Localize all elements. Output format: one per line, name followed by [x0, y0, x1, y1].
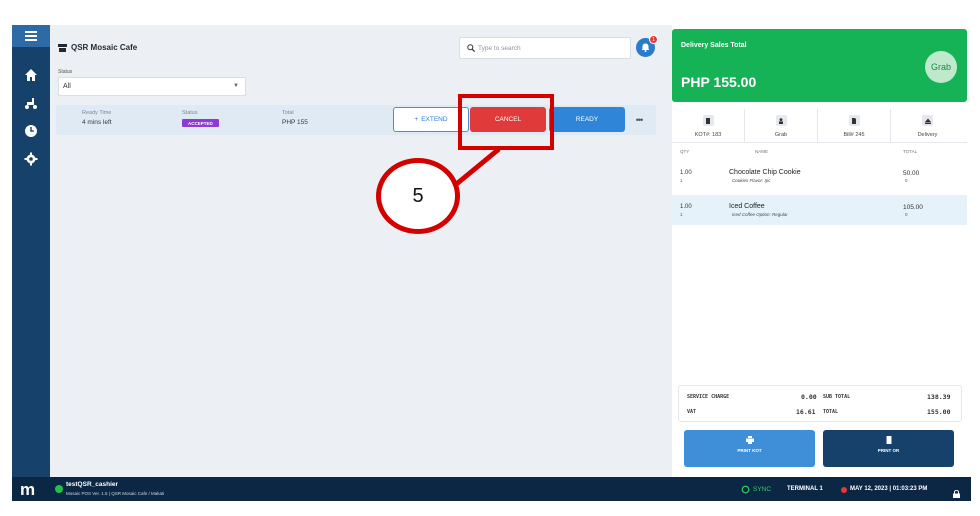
order-info-tabs: KOT#: 183 Grab Bill# 245 Delivery [672, 109, 967, 143]
vat-value: 16.61 [796, 408, 816, 416]
vat-label: VAT [687, 409, 697, 415]
qty-header: QTY [680, 149, 690, 154]
delivery-sales-card: Delivery Sales Total PHP 155.00 Grab [672, 29, 967, 102]
item-qty: 1.00 [680, 204, 692, 210]
tab-customer[interactable]: Grab [745, 109, 818, 143]
print-or-button[interactable]: PRINT OR [823, 430, 954, 467]
print-or-label: PRINT OR [877, 448, 900, 453]
printer-icon [745, 436, 754, 444]
print-kot-button[interactable]: PRINT KOT [684, 430, 815, 467]
receipt-print-icon [886, 436, 891, 444]
person-icon [775, 115, 787, 126]
delivery-sales-title: Delivery Sales Total [681, 42, 747, 49]
tab-bill[interactable]: Bill# 245 [818, 109, 891, 143]
item-name: Iced Coffee [729, 203, 765, 210]
status-bar: m testQSR_cashier Mosaic POS Ver. 1.5 | … [12, 477, 971, 501]
version-info: Mosaic POS Ver. 1.5 | QSR Mosaic Cafe / … [66, 491, 165, 496]
sync-button[interactable]: SYNC [741, 485, 771, 494]
bill-icon [848, 115, 860, 126]
table-row[interactable]: 1.00 1 Iced Coffee Iced Coffee Option: R… [672, 195, 967, 225]
online-status-dot [55, 485, 63, 493]
item-modifier: Iced Coffee Option: Regular [732, 212, 788, 217]
datetime-display: MAY 12, 2023 | 01:03:23 PM [850, 486, 928, 492]
order-detail-panel: Delivery Sales Total PHP 155.00 Grab KOT… [672, 25, 971, 477]
item-total-sub: 0 [905, 212, 908, 217]
item-qty: 1.00 [680, 170, 692, 176]
table-row[interactable]: 1.00 1 Chocolate Chip Cookie Cookies Fla… [672, 161, 967, 191]
totals-box: SERVICE CHARGE 0.00 SUB TOTAL 138.39 VAT… [678, 385, 962, 422]
mosaic-logo: m [20, 480, 36, 499]
item-qty-sub: 1 [680, 178, 683, 183]
terminal-label: TERMINAL 1 [787, 486, 823, 492]
total-header: TOTAL [903, 149, 918, 154]
item-modifier: Cookies Flavor: Ipc [732, 178, 771, 183]
delivery-icon [922, 115, 933, 126]
item-total: 105.00 [903, 204, 923, 211]
step-callout: 5 [376, 158, 460, 234]
print-kot-label: PRINT KOT [737, 448, 762, 453]
lock-icon[interactable] [953, 485, 960, 501]
delivery-sales-amount: PHP 155.00 [681, 74, 757, 90]
items-table-header: QTY NAME TOTAL [672, 147, 967, 159]
tab-bill-label: Bill# 245 [843, 132, 865, 138]
grab-logo: Grab [925, 51, 957, 83]
grand-total-value: 155.00 [927, 408, 951, 416]
name-header: NAME [755, 149, 769, 154]
service-charge-label: SERVICE CHARGE [687, 394, 730, 400]
sync-icon [741, 485, 750, 494]
service-charge-value: 0.00 [801, 393, 817, 401]
item-total-sub: 0 [905, 178, 908, 183]
cashier-username: testQSR_cashier [66, 481, 119, 488]
tab-kot[interactable]: KOT#: 183 [672, 109, 745, 143]
pos-window: QSR Mosaic Cafe Status All ▼ Type to sea… [12, 25, 971, 501]
tab-kot-label: KOT#: 183 [694, 132, 722, 138]
subtotal-label: SUB TOTAL [823, 394, 851, 400]
subtotal-value: 138.39 [927, 393, 951, 401]
item-total: 50.00 [903, 170, 920, 177]
item-qty-sub: 1 [680, 212, 683, 217]
grand-total-label: TOTAL [823, 409, 839, 415]
item-name: Chocolate Chip Cookie [729, 169, 801, 176]
tab-delivery[interactable]: Delivery [891, 109, 964, 143]
receipt-icon [702, 115, 714, 126]
time-status-dot [841, 487, 847, 493]
sync-label: SYNC [753, 486, 772, 493]
tab-customer-label: Grab [774, 132, 788, 138]
tab-delivery-label: Delivery [917, 132, 938, 138]
